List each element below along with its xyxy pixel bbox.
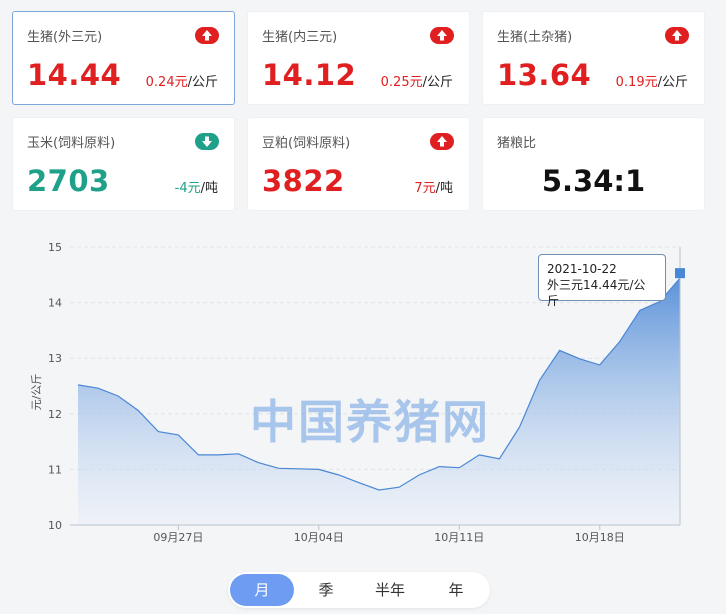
card-label: 猪粮比 [497,136,537,151]
watermark-text: 中国养猪网 [250,395,490,449]
card-label: 豆粕(饲料原料) [262,136,351,151]
y-tick-label: 12 [48,408,62,421]
x-tick-label: 10月18日 [575,531,625,544]
card-value: 14.12 [262,58,357,92]
card-change: -4元/吨 [175,177,218,196]
y-tick-label: 14 [48,297,62,310]
change-amount: 0.19元 [615,75,658,90]
arrow-up-icon [430,133,454,150]
x-tick-label: 10月11日 [434,531,484,544]
change-unit: /公斤 [657,75,688,90]
card-change: 0.24元/公斤 [146,71,218,90]
chart-tooltip: 2021-10-22 外三元14.44元/公斤 [538,254,666,308]
highlighted-point[interactable] [675,268,685,279]
card-change: 0.25元/公斤 [381,71,453,90]
change-amount: 0.24元 [145,75,188,90]
card-value: 14.44 [27,58,122,92]
arrow-up-icon [195,27,219,44]
period-month-button[interactable]: 月 [230,574,294,606]
tooltip-date: 2021-10-22 [547,262,617,276]
ratio-value: 5.34:1 [541,164,646,198]
x-tick-label: 10月04日 [294,531,344,544]
arrow-up-icon [430,27,454,44]
price-card-soymeal[interactable]: 豆粕(饲料原料) 3822 7元/吨 [247,117,470,211]
y-tick-label: 15 [48,241,62,254]
card-value: 13.64 [497,58,592,92]
card-label: 生猪(内三元) [262,30,338,45]
y-tick-label: 10 [48,519,62,532]
card-label: 玉米(饲料原料) [27,136,116,151]
pig-grain-ratio-card[interactable]: 猪粮比 5.34:1 [482,117,705,211]
change-unit: /吨 [200,181,218,196]
card-change: 7元/吨 [414,177,453,196]
price-card-tuzazhu[interactable]: 生猪(土杂猪) 13.64 0.19元/公斤 [482,11,705,105]
change-amount: 0.25元 [380,75,423,90]
price-card-neisanyuan[interactable]: 生猪(内三元) 14.12 0.25元/公斤 [247,11,470,105]
period-half-year-button[interactable]: 半年 [358,574,422,606]
change-unit: /吨 [435,181,453,196]
change-unit: /公斤 [187,75,218,90]
x-axis: 09月27日 10月04日 10月11日 10月18日 [153,525,625,544]
x-tick-label: 09月27日 [153,531,203,544]
y-tick-label: 13 [48,352,62,365]
card-label: 生猪(土杂猪) [497,30,573,45]
change-amount: -4元 [174,181,201,196]
price-card-corn[interactable]: 玉米(饲料原料) 2703 -4元/吨 [12,117,235,211]
price-card-waisanyuan[interactable]: 生猪(外三元) 14.44 0.24元/公斤 [12,11,235,105]
arrow-up-icon [665,27,689,44]
arrow-down-icon [195,133,219,150]
change-unit: /公斤 [422,75,453,90]
card-change: 0.19元/公斤 [616,71,688,90]
card-value: 2703 [27,164,110,198]
period-quarter-button[interactable]: 季 [294,574,358,606]
change-amount: 7元 [414,181,436,196]
y-tick-label: 11 [48,463,62,476]
card-label: 生猪(外三元) [27,30,103,45]
tooltip-value: 外三元14.44元/公斤 [547,278,646,308]
card-value: 3822 [262,164,345,198]
period-year-button[interactable]: 年 [424,574,488,606]
y-axis: 10 11 12 13 14 15 [48,241,62,532]
y-axis-label: 元/公斤 [30,374,43,411]
period-selector: 月 季 半年 年 [228,572,490,608]
